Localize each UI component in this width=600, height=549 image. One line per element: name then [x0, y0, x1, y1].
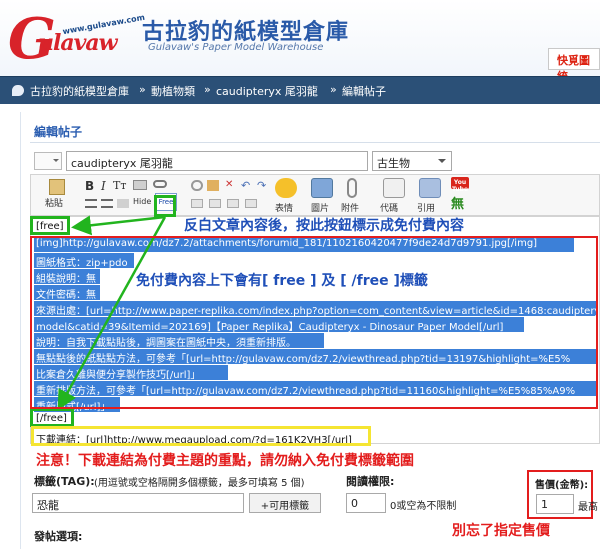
breadcrumb-separator: » — [204, 83, 211, 96]
site-header: G ulavaw www.gulavaw.com 古拉豹的紙模型倉庫 Gulav… — [0, 0, 600, 83]
emoticon-label[interactable]: 表情 — [275, 201, 293, 214]
category-select[interactable]: 古生物 — [372, 151, 452, 171]
breadcrumb-home[interactable]: 古拉豹的紙模型倉庫 — [30, 83, 129, 99]
code-icon[interactable] — [383, 178, 405, 198]
tags-input[interactable]: 恐龍 — [32, 493, 244, 513]
title-divider — [30, 142, 600, 143]
float-icon[interactable] — [245, 199, 257, 208]
subject-input[interactable]: caudipteryx 尾羽龍 — [66, 151, 368, 171]
italic-icon[interactable]: I — [101, 179, 106, 193]
image-icon[interactable] — [311, 178, 333, 198]
brand-subtitle: Gulavaw's Paper Model Warehouse — [148, 42, 324, 53]
toolbar-hint-annotation: 反白文章內容後，按此按鈕標示成免付費內容 — [184, 218, 464, 234]
editor-toolbar: 粘貼 B I Tт Hide Free ✕ ↶ ↷ 表情 圖片 附件 代碼 引用… — [30, 174, 600, 216]
permission-input[interactable]: 0 — [346, 493, 386, 513]
price-unit: 最高 — [578, 502, 598, 513]
price-reminder-annotation: 別忘了指定售價 — [452, 523, 550, 539]
youtube-caption: 無 — [451, 197, 465, 212]
permission-hint: 0或空為不限制 — [390, 501, 457, 512]
emoticon-icon[interactable] — [275, 178, 297, 198]
free-open-tag-highlight — [30, 216, 70, 235]
price-input[interactable]: 1 — [536, 494, 574, 514]
breadcrumb-separator: » — [330, 83, 337, 96]
remove-format-icon[interactable]: ✕ — [225, 179, 233, 190]
hide-icon[interactable]: Hide — [133, 197, 151, 206]
post-type-dropdown[interactable] — [34, 152, 62, 170]
breadcrumb-category[interactable]: 動植物類 — [151, 83, 195, 99]
youtube-icon[interactable]: You Tube — [451, 177, 469, 193]
quick-nav-button[interactable]: 快覓圖統 — [548, 48, 600, 83]
color-icon[interactable] — [133, 180, 147, 190]
image-label[interactable]: 圖片 — [311, 201, 329, 214]
outdent-icon[interactable] — [209, 199, 221, 208]
paste-icon[interactable] — [49, 179, 65, 195]
home-icon[interactable] — [12, 85, 24, 96]
font-size-icon[interactable]: Tт — [113, 179, 126, 192]
free-button-highlight — [154, 195, 176, 217]
price-label: 售價(金幣): — [535, 480, 589, 491]
tags-hint: (用逗號或空格隔開多個標籤，最多可填寫 5 個) — [94, 478, 305, 489]
free-content-highlight — [30, 236, 598, 409]
breadcrumb-separator: » — [139, 83, 146, 96]
undo-icon[interactable] — [191, 180, 203, 191]
breadcrumb-thread[interactable]: caudipteryx 尾羽龍 — [216, 83, 318, 99]
redo-arrow-icon[interactable]: ↷ — [257, 179, 266, 192]
free-close-tag-highlight — [30, 408, 74, 427]
link-icon[interactable] — [153, 180, 167, 188]
code-label[interactable]: 代碼 — [380, 201, 398, 214]
tags-label: 標籤(TAG): — [34, 475, 95, 488]
breadcrumb-current: 編輯帖子 — [342, 85, 386, 98]
permission-label: 閱讀權限: — [346, 475, 395, 488]
list-icon[interactable] — [101, 199, 113, 208]
warning-annotation: 注意！下載連結為付費主題的重點，請勿納入免付費標籤範圍 — [36, 453, 414, 469]
table-icon[interactable] — [117, 199, 129, 208]
logo-wordmark: ulavaw — [38, 30, 118, 56]
quote-label[interactable]: 引用 — [417, 201, 435, 214]
post-options-label: 發帖選項: — [34, 530, 83, 543]
attachment-label[interactable]: 附件 — [341, 201, 359, 214]
quote-icon[interactable] — [419, 178, 441, 198]
breadcrumb: 古拉豹的紙模型倉庫 » 動植物類 » caudipteryx 尾羽龍 » 編輯帖… — [0, 76, 600, 104]
middle-hint-annotation: 免付費內容上下會有[ free ] 及 [ /free ]標籤 — [136, 270, 428, 290]
paste-text-icon[interactable] — [207, 180, 219, 191]
undo-arrow-icon[interactable]: ↶ — [241, 179, 250, 192]
bold-icon[interactable]: B — [85, 179, 94, 193]
indent-icon[interactable] — [191, 199, 203, 208]
download-link-highlight — [31, 426, 371, 446]
align-left-icon[interactable] — [85, 199, 97, 208]
justify-icon[interactable] — [227, 199, 239, 208]
available-tags-button[interactable]: +可用標籤 — [249, 493, 321, 513]
attachment-icon[interactable] — [347, 178, 357, 198]
paste-button-label[interactable]: 粘貼 — [45, 196, 63, 209]
page-title: 編輯帖子 — [34, 125, 83, 139]
